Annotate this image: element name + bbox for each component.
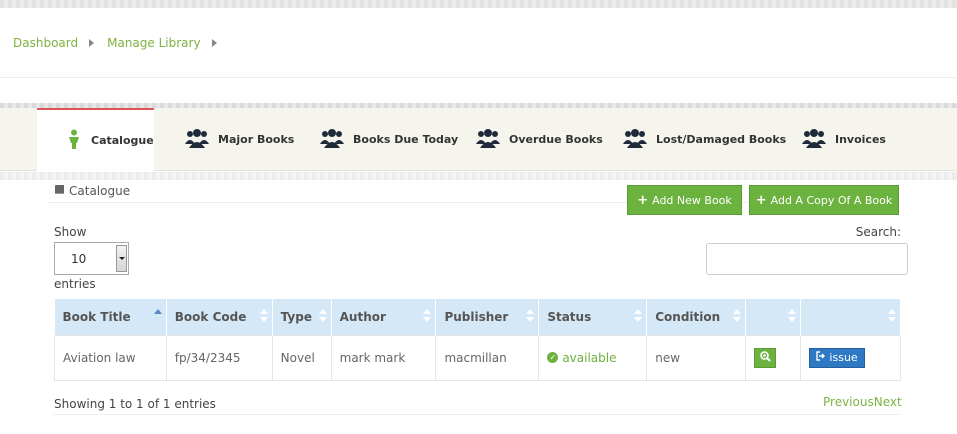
users-icon bbox=[802, 128, 835, 151]
status-badge: ✓ available bbox=[547, 351, 638, 365]
tab-label: Lost/Damaged Books bbox=[656, 133, 787, 146]
tab-label: Overdue Books bbox=[509, 133, 603, 146]
next-page-link[interactable]: Next bbox=[874, 395, 902, 409]
divider bbox=[54, 414, 901, 415]
tab-invoices[interactable]: Invoices bbox=[802, 108, 886, 171]
show-label: Show bbox=[54, 225, 87, 239]
tab-lost-damaged-books[interactable]: Lost/Damaged Books bbox=[623, 108, 786, 171]
sort-icon bbox=[788, 309, 797, 323]
sort-icon bbox=[259, 309, 268, 323]
panel-title-text: Catalogue bbox=[69, 184, 131, 198]
plus-icon: + bbox=[755, 192, 767, 208]
pagination: Previous Next bbox=[823, 395, 902, 409]
entries-label: entries bbox=[54, 277, 96, 291]
caret-right-icon bbox=[211, 39, 217, 47]
breadcrumb-manage-library[interactable]: Manage Library bbox=[107, 36, 200, 50]
users-icon bbox=[185, 128, 218, 151]
add-new-book-button[interactable]: + Add New Book bbox=[627, 185, 742, 215]
dropdown-arrow-icon bbox=[116, 245, 127, 272]
tab-books-due-today[interactable]: Books Due Today bbox=[320, 108, 458, 171]
cell-condition: new bbox=[646, 334, 747, 381]
column-header-author[interactable]: Author bbox=[331, 299, 437, 335]
view-book-button[interactable] bbox=[754, 347, 777, 368]
caret-right-icon bbox=[89, 39, 95, 47]
button-label: Add A Copy Of A Book bbox=[770, 193, 893, 207]
sort-icon bbox=[526, 309, 535, 323]
column-header-type[interactable]: Type bbox=[272, 299, 332, 335]
tab-label: Invoices bbox=[835, 133, 886, 146]
divider-strip bbox=[0, 172, 957, 180]
search-label: Search: bbox=[855, 225, 901, 239]
users-icon bbox=[476, 128, 509, 151]
tab-overdue-books[interactable]: Overdue Books bbox=[476, 108, 603, 171]
tab-label: Books Due Today bbox=[353, 133, 459, 146]
person-icon bbox=[66, 129, 91, 152]
column-header-publisher[interactable]: Publisher bbox=[435, 299, 540, 335]
sort-icon bbox=[634, 309, 643, 323]
check-circle-icon: ✓ bbox=[547, 352, 559, 363]
status-text: available bbox=[562, 350, 617, 365]
column-header-book-title[interactable]: Book Title bbox=[54, 299, 167, 335]
tab-label: Catalogue bbox=[91, 134, 154, 147]
cell-type: Novel bbox=[271, 334, 332, 381]
column-header-condition[interactable]: Condition bbox=[646, 299, 747, 335]
table-info: Showing 1 to 1 of 1 entries bbox=[54, 397, 216, 411]
breadcrumb: Dashboard Manage Library bbox=[13, 36, 230, 50]
sort-icon bbox=[888, 309, 896, 323]
breadcrumb-dashboard[interactable]: Dashboard bbox=[13, 36, 78, 50]
column-header-view[interactable] bbox=[745, 299, 802, 335]
sort-asc-icon bbox=[153, 309, 162, 323]
tab-catalogue[interactable]: Catalogue bbox=[37, 108, 154, 171]
cell-status: ✓ available bbox=[538, 334, 648, 381]
catalogue-table: Book Title Book Code Type Author Publish… bbox=[54, 299, 901, 381]
previous-page-link[interactable]: Previous bbox=[823, 395, 874, 409]
tab-major-books[interactable]: Major Books bbox=[185, 108, 294, 171]
add-copy-button[interactable]: + Add A Copy Of A Book bbox=[749, 185, 899, 215]
column-header-action[interactable] bbox=[800, 299, 901, 335]
tab-label: Major Books bbox=[218, 133, 295, 146]
users-icon bbox=[320, 128, 353, 151]
cell-publisher: macmillan bbox=[435, 334, 540, 381]
column-header-status[interactable]: Status bbox=[538, 299, 648, 335]
divider bbox=[0, 77, 957, 78]
cell-author: mark mark bbox=[330, 334, 437, 381]
issue-button[interactable]: issue bbox=[809, 347, 866, 368]
sort-icon bbox=[318, 309, 327, 323]
select-value: 10 bbox=[71, 252, 87, 266]
sort-icon bbox=[733, 309, 742, 323]
cell-book-code: fp/34/2345 bbox=[165, 334, 273, 381]
top-strip bbox=[0, 0, 957, 8]
cell-book-title: Aviation law bbox=[54, 334, 167, 381]
table-row: Aviation law fp/34/2345 Novel mark mark … bbox=[54, 334, 901, 381]
sort-icon bbox=[423, 309, 432, 323]
sign-out-icon bbox=[816, 351, 829, 364]
cell-view bbox=[745, 334, 802, 381]
entries-per-page-select[interactable]: 10 bbox=[54, 242, 129, 275]
button-label: Add New Book bbox=[652, 193, 732, 207]
column-header-book-code[interactable]: Book Code bbox=[166, 299, 273, 335]
search-input[interactable] bbox=[706, 243, 908, 275]
plus-icon: + bbox=[637, 192, 649, 208]
tab-bar: Catalogue Major Books Books Due Today Ov… bbox=[0, 108, 957, 171]
table-header-row: Book Title Book Code Type Author Publish… bbox=[54, 299, 901, 335]
zoom-in-icon bbox=[759, 350, 771, 365]
book-icon bbox=[54, 184, 65, 198]
cell-action: issue bbox=[800, 334, 901, 381]
users-icon bbox=[623, 128, 656, 151]
button-label: issue bbox=[829, 351, 858, 364]
panel-title: Catalogue bbox=[54, 184, 130, 198]
